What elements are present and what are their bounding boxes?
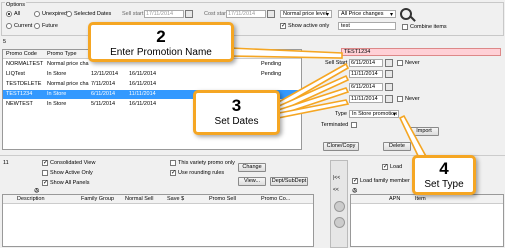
view-button[interactable]: View... [238, 177, 266, 186]
load-label: Load [390, 164, 403, 170]
header-promo-cost[interactable]: Promo Co... [261, 196, 290, 202]
header-save[interactable]: Save $ [167, 196, 184, 202]
callout-number-2: 2 [156, 27, 166, 46]
apn-table-header: APN Item [351, 195, 503, 204]
variety-only-checkbox[interactable] [170, 160, 176, 166]
item-count: 11 [3, 160, 9, 166]
arrow-to-type [398, 114, 430, 161]
callout-text-2: Enter Promotion Name [110, 47, 212, 58]
header-normal-sell[interactable]: Normal Sell [125, 196, 153, 202]
header-description[interactable]: Description [17, 196, 45, 202]
nav-first-icon[interactable]: |<< [333, 175, 340, 181]
callout-number-3: 3 [231, 96, 242, 115]
load-checkbox[interactable] [382, 164, 388, 170]
use-rounding-label: Use rounding rules [178, 170, 225, 176]
header-apn[interactable]: APN [389, 196, 400, 202]
nav-down-icon[interactable] [334, 201, 345, 212]
change-button[interactable]: Change [238, 163, 266, 172]
header-family-group[interactable]: Family Group [81, 196, 114, 202]
items-table: Description Family Group Normal Sell Sav… [2, 194, 314, 247]
nav-up-icon[interactable] [334, 217, 345, 228]
show-all-panels-label: Show All Panels [50, 180, 90, 186]
view-label: View... [243, 178, 261, 184]
variety-only-label: This variety promo only [178, 160, 235, 166]
header-item[interactable]: Item [415, 196, 426, 202]
callout-text-4: Set Type [424, 179, 464, 190]
show-active-only-checkbox-2[interactable] [42, 170, 48, 176]
items-table-header: Description Family Group Normal Sell Sav… [3, 195, 313, 204]
side-nav-panel: |<< << [330, 160, 348, 248]
arrow-to-name [229, 47, 343, 59]
dept-subdept-label: Dept/SubDept [271, 178, 307, 184]
show-all-panels-checkbox[interactable] [42, 180, 48, 186]
dept-subdept-button[interactable]: Dept/SubDept [270, 177, 308, 186]
change-label: Change [242, 164, 262, 170]
consolidated-view-checkbox[interactable] [42, 160, 48, 166]
load-family-label: Load family member [360, 178, 410, 184]
header-promo-sell[interactable]: Promo Sell [209, 196, 236, 202]
use-rounding-checkbox[interactable] [170, 170, 176, 176]
load-family-checkbox[interactable] [352, 178, 358, 184]
consolidated-view-label: Consolidated View [50, 160, 96, 166]
apn-table: APN Item [350, 194, 504, 247]
callout-enter-promotion-name: 2 Enter Promotion Name [88, 22, 234, 62]
callout-text-3: Set Dates [214, 116, 259, 127]
callout-set-dates: 3 Set Dates [193, 90, 280, 135]
callout-set-type: 4 Set Type [412, 155, 476, 195]
nav-prev-icon[interactable]: << [333, 187, 339, 193]
callout-number-4: 4 [439, 159, 449, 178]
show-active-only-label-2: Show Active Only [50, 170, 93, 176]
